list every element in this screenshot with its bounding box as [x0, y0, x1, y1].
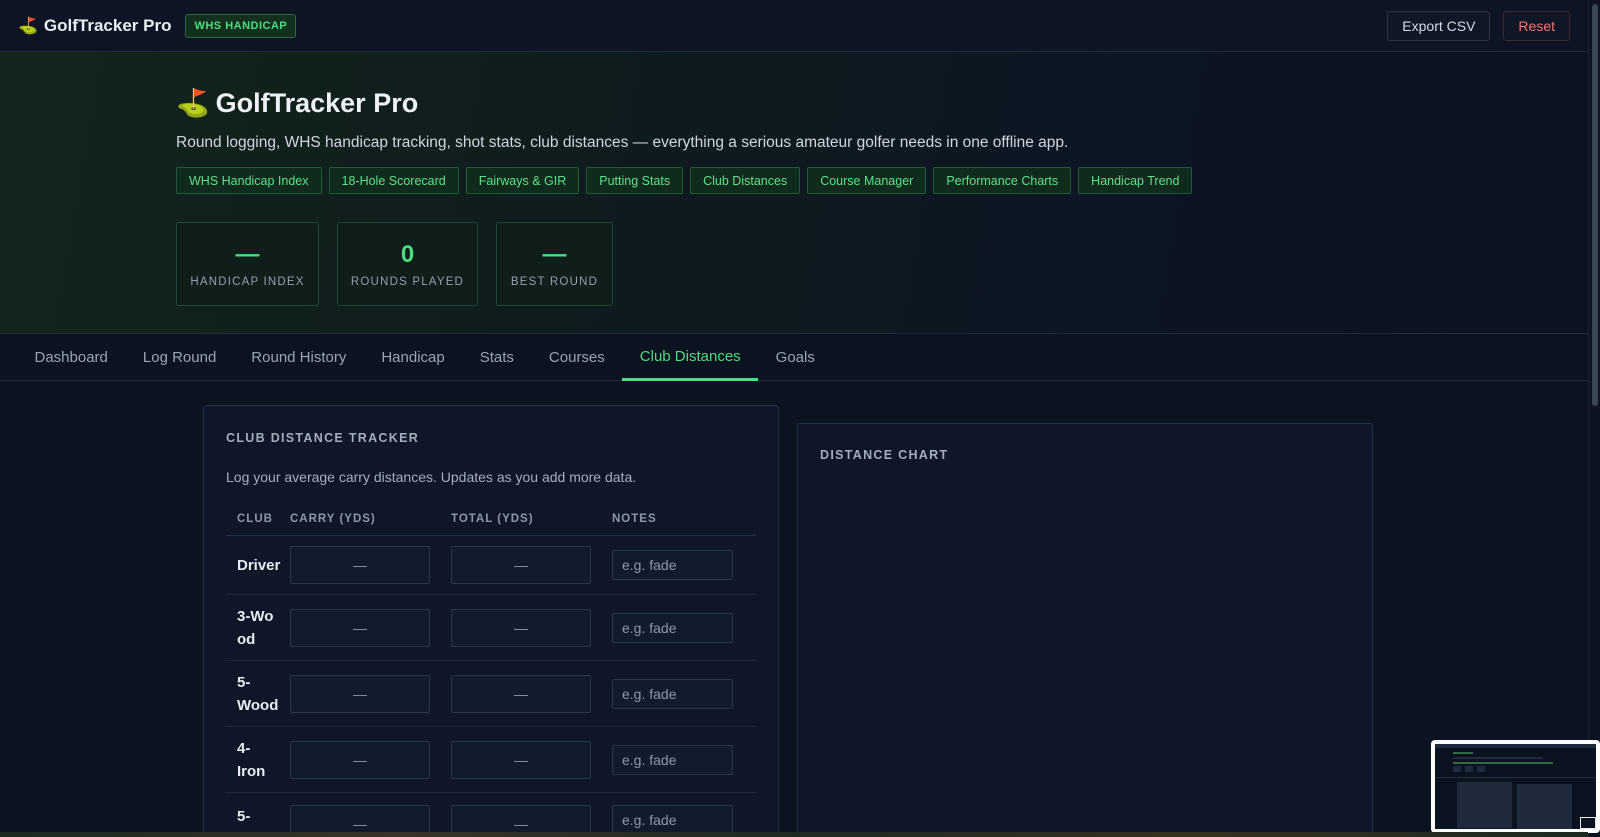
hero-title: ⛳ GolfTracker Pro [176, 87, 419, 119]
tab-dashboard[interactable]: Dashboard [17, 334, 125, 381]
table-row: Driver — — [226, 536, 756, 595]
feature-chip: WHS Handicap Index [176, 167, 322, 194]
brand[interactable]: ⛳ GolfTracker Pro [18, 16, 171, 36]
stat-value: 0 [400, 240, 415, 268]
column-header-notes: NOTES [612, 512, 657, 525]
club-distance-table: CLUB CARRY (YDS) TOTAL (YDS) NOTES Drive… [226, 502, 756, 837]
scrollbar-thumb[interactable] [1592, 4, 1598, 406]
feature-chips: WHS Handicap Index 18-Hole Scorecard Fai… [176, 167, 1193, 194]
stat-label: BEST ROUND [510, 275, 599, 288]
notes-input[interactable] [612, 550, 733, 580]
stat-value: — [542, 240, 567, 268]
stat-rounds-played: 0 ROUNDS PLAYED [337, 222, 478, 306]
stat-handicap-index: — HANDICAP INDEX [176, 222, 319, 306]
tab-courses[interactable]: Courses [531, 334, 622, 381]
whs-handicap-badge: WHS HANDICAP [185, 13, 297, 38]
feature-chip: Course Manager [807, 167, 927, 194]
carry-input[interactable]: — [290, 740, 430, 779]
reset-button[interactable]: Reset [1503, 10, 1570, 41]
stat-best-round: — BEST ROUND [496, 222, 613, 306]
top-bar: ⛳ GolfTracker Pro WHS HANDICAP Export CS… [0, 0, 1588, 52]
card-description: Log your average carry distances. Update… [226, 469, 637, 485]
stat-label: ROUNDS PLAYED [350, 275, 465, 288]
feature-chip: Handicap Trend [1078, 167, 1193, 194]
total-input[interactable]: — [451, 674, 591, 713]
total-input[interactable]: — [451, 740, 591, 779]
carry-input[interactable]: — [290, 608, 430, 647]
tab-log-round[interactable]: Log Round [125, 334, 233, 381]
brand-name: GolfTracker Pro [43, 15, 172, 35]
club-name: 5-Wood [237, 673, 279, 714]
club-distance-tracker-card: CLUB DISTANCE TRACKER Log your average c… [203, 405, 779, 837]
page-minimap[interactable] [1431, 740, 1600, 833]
tab-club-distances[interactable]: Club Distances [622, 334, 759, 381]
hero-section: ⛳ GolfTracker Pro Round logging, WHS han… [0, 52, 1588, 334]
tab-round-history[interactable]: Round History [234, 334, 364, 381]
table-row: 5-Iron — — [226, 793, 756, 837]
bottom-strip [0, 832, 1588, 837]
hero-subtitle: Round logging, WHS handicap tracking, sh… [176, 134, 1069, 151]
golf-flag-icon: ⛳ [18, 17, 38, 35]
feature-chip: Fairways & GIR [465, 167, 580, 194]
notes-input[interactable] [612, 744, 733, 775]
total-input[interactable]: — [451, 608, 591, 647]
total-input[interactable]: — [451, 546, 591, 584]
golf-flag-icon: ⛳ [176, 88, 210, 118]
table-header: CLUB CARRY (YDS) TOTAL (YDS) NOTES [226, 502, 756, 536]
club-name: 3-Wood [237, 607, 274, 648]
club-name: 4-Iron [237, 739, 266, 780]
feature-chip: 18-Hole Scorecard [328, 167, 459, 194]
feature-chip: Putting Stats [586, 167, 684, 194]
minimap-corner-icon [1580, 817, 1596, 829]
notes-input[interactable] [612, 612, 733, 643]
column-header-carry: CARRY (YDS) [290, 512, 376, 525]
tab-stats[interactable]: Stats [462, 334, 531, 381]
stat-label: HANDICAP INDEX [190, 275, 305, 288]
carry-input[interactable]: — [290, 674, 430, 713]
notes-input[interactable] [612, 805, 733, 835]
table-row: 3-Wood — — [226, 595, 756, 661]
feature-chip: Performance Charts [933, 167, 1072, 194]
card-title: CLUB DISTANCE TRACKER [226, 431, 420, 445]
stats-row: — HANDICAP INDEX 0 ROUNDS PLAYED — BEST … [176, 222, 613, 306]
export-csv-button[interactable]: Export CSV [1387, 10, 1491, 41]
column-header-total: TOTAL (YDS) [451, 512, 534, 525]
column-header-club: CLUB [237, 512, 273, 525]
carry-input[interactable]: — [290, 546, 430, 584]
stat-value: — [235, 240, 260, 268]
distance-chart-card: DISTANCE CHART [797, 423, 1373, 837]
tab-handicap[interactable]: Handicap [364, 334, 462, 381]
club-name: Driver [237, 556, 281, 574]
tab-goals[interactable]: Goals [758, 334, 832, 381]
page-scrollbar[interactable] [1588, 0, 1600, 837]
feature-chip: Club Distances [690, 167, 801, 194]
table-row: 4-Iron — — [226, 727, 756, 793]
table-row: 5-Wood — — [226, 661, 756, 727]
minimap-preview [1435, 744, 1596, 829]
card-title: DISTANCE CHART [820, 448, 949, 462]
tab-bar: Dashboard Log Round Round History Handic… [0, 334, 1588, 381]
notes-input[interactable] [612, 678, 733, 709]
